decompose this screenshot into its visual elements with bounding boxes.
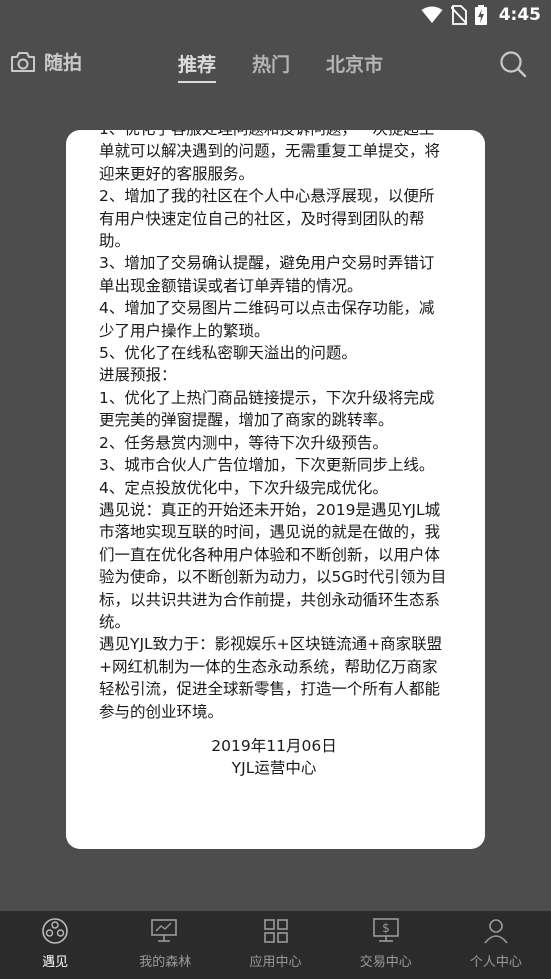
svg-text:$: $ (382, 921, 390, 935)
battery-charging-icon (474, 5, 487, 25)
camera-icon (11, 51, 35, 72)
no-sim-icon (450, 5, 467, 25)
snapshot-label: 随拍 (44, 52, 83, 74)
nav-item-trade-center[interactable]: $ 交易中心 (331, 911, 441, 979)
notice-date: 2019年11月06日 (211, 736, 337, 755)
update-notice-text: 1、优化了客服处理问题和投诉问题，一次提起工单就可以解决遇到的问题，无需重复工单… (99, 130, 449, 780)
notice-paragraph: 5、优化了在线私密聊天溢出的问题。 (99, 344, 357, 363)
notice-paragraph: 2、增加了我的社区在个人中心悬浮展现，以便所有用户快速定位自己的社区，及时得到团… (99, 187, 435, 251)
monitor-chart-icon (151, 919, 178, 942)
status-bar: 4:45 (0, 0, 551, 34)
notice-paragraph: 3、城市合伙人广告位增加，下次更新同步上线。 (99, 456, 435, 475)
nav-item-personal-center[interactable]: 个人中心 (441, 911, 551, 979)
person-icon (484, 919, 508, 944)
nav-item-my-forest[interactable]: 我的森林 (110, 911, 220, 979)
nav-label: 个人中心 (469, 955, 522, 970)
dollar-monitor-icon: $ (372, 918, 399, 942)
nav-label: 我的森林 (139, 955, 192, 970)
tab-recommended[interactable]: 推荐 (178, 50, 217, 83)
search-icon[interactable] (499, 50, 527, 78)
notice-paragraph: 1、优化了客服处理问题和投诉问题，一次提起工单就可以解决遇到的问题，无需重复工单… (99, 130, 441, 183)
snapshot-button[interactable]: 随拍 (10, 48, 82, 75)
notice-paragraph: 遇见说：真正的开始还未开始，2019是遇见YJL城市落地实现互联的时间，遇见说的… (99, 500, 447, 631)
apps-grid-icon (263, 919, 288, 943)
tab-city[interactable]: 北京市 (326, 50, 383, 83)
nav-item-meet[interactable]: 遇见 (0, 911, 110, 979)
status-time: 4:45 (498, 5, 541, 25)
tab-popular[interactable]: 热门 (252, 50, 290, 83)
top-bar: 随拍 推荐 热门 北京市 (0, 40, 551, 88)
notice-paragraph: 遇见YJL致力于：影视娱乐+区块链流通+商家联盟+网红机制为一体的生态永动系统，… (99, 635, 443, 721)
notice-signature: YJL运营中心 (231, 759, 317, 778)
notice-heading: 进展预报： (99, 366, 177, 385)
bottom-nav: 遇见 我的森林 应用中心 $ 交易中心 个人中心 (0, 911, 551, 979)
notice-paragraph: 3、增加了交易确认提醒，避免用户交易时弄错订单出现金额错误或者订单弄错的情况。 (99, 254, 435, 295)
notice-paragraph: 1、优化了上热门商品链接提示，下次升级将完成更完美的弹窗提醒，增加了商家的跳转率… (99, 388, 435, 430)
nav-item-app-center[interactable]: 应用中心 (220, 911, 330, 979)
film-reel-icon (42, 918, 68, 944)
nav-label: 交易中心 (359, 955, 412, 970)
status-icons: 4:45 (421, 5, 541, 25)
notice-paragraph: 4、增加了交易图片二维码可以点击保存功能，减少了用户操作上的繁琐。 (99, 299, 435, 340)
nav-label: 应用中心 (249, 955, 302, 970)
update-notice-dialog: 1、优化了客服处理问题和投诉问题，一次提起工单就可以解决遇到的问题，无需重复工单… (66, 130, 485, 849)
top-tabs: 推荐 热门 北京市 (178, 50, 419, 83)
nav-label: 遇见 (42, 955, 69, 970)
notice-paragraph: 2、任务悬赏内测中，等待下次升级预告。 (99, 433, 388, 452)
wifi-icon (421, 6, 443, 23)
notice-paragraph: 4、定点投放优化中，下次升级完成优化。 (99, 478, 388, 497)
